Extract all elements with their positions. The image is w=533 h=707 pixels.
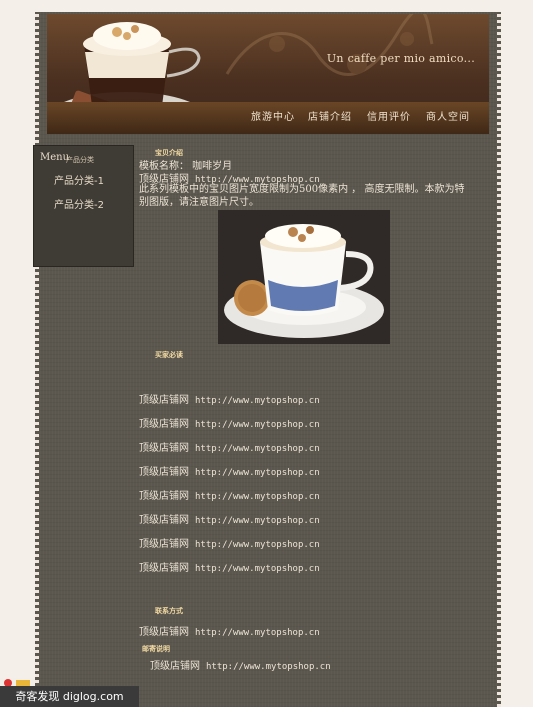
nav-link-3[interactable]: 信用评价 — [367, 108, 411, 123]
shop-url-link[interactable]: http://www.mytopshop.cn — [195, 540, 320, 550]
list-item: 顶级店铺网 http://www.mytopshop.cn — [139, 391, 320, 406]
product-photo — [218, 210, 390, 344]
template-page: Un caffe per mio amico... 旅游中心 店铺介绍 信用评价… — [33, 12, 501, 707]
shop-url-link[interactable]: http://www.mytopshop.cn — [195, 564, 320, 574]
shop-label: 顶级店铺网 — [139, 563, 189, 574]
shop-label: 顶级店铺网 — [139, 395, 189, 406]
list-item: 顶级店铺网 http://www.mytopshop.cn — [139, 487, 320, 502]
nav-link-1[interactable]: 旅游中心 — [251, 108, 295, 123]
list-item: 顶级店铺网 http://www.mytopshop.cn — [139, 511, 320, 526]
contact-line: 顶级店铺网 http://www.mytopshop.cn — [139, 623, 320, 638]
shop-label: 顶级店铺网 — [150, 661, 200, 672]
section-heading-must-read: 买家必读 — [155, 351, 183, 359]
shop-label: 顶级店铺网 — [139, 539, 189, 550]
section-heading-shipping: 邮寄说明 — [142, 645, 170, 653]
section-heading-contact: 联系方式 — [155, 607, 183, 615]
shop-label: 顶级店铺网 — [139, 419, 189, 430]
shipping-line: 顶级店铺网 http://www.mytopshop.cn — [150, 657, 331, 672]
nav-link-2[interactable]: 店铺介绍 — [308, 108, 352, 123]
sidebar-item-category-1[interactable]: 产品分类-1 — [54, 172, 104, 187]
shop-label: 顶级店铺网 — [139, 627, 189, 638]
list-item: 顶级店铺网 http://www.mytopshop.cn — [139, 415, 320, 430]
watermark-badge: 奇客发现 diglog.com — [0, 686, 139, 707]
shop-url-link[interactable]: http://www.mytopshop.cn — [195, 628, 320, 638]
shop-url-link[interactable]: http://www.mytopshop.cn — [195, 420, 320, 430]
intro-description: 此系列模板中的宝贝图片宽度限制为500像素内 ， 高度无限制。本款为特别图版，请… — [139, 184, 465, 208]
shop-url-link[interactable]: http://www.mytopshop.cn — [195, 396, 320, 406]
nav-link-4[interactable]: 商人空间 — [426, 108, 470, 123]
shop-url-link[interactable]: http://www.mytopshop.cn — [206, 662, 331, 672]
menu-subtitle: 产品分类 — [66, 156, 94, 164]
shop-url-link[interactable]: http://www.mytopshop.cn — [195, 468, 320, 478]
list-item: 顶级店铺网 http://www.mytopshop.cn — [139, 559, 320, 574]
sidebar-menu: Menu 产品分类 产品分类-1 产品分类-2 — [33, 145, 134, 267]
menu-title: Menu — [40, 152, 70, 163]
shop-url-link[interactable]: http://www.mytopshop.cn — [195, 444, 320, 454]
list-item: 顶级店铺网 http://www.mytopshop.cn — [139, 463, 320, 478]
shop-label: 顶级店铺网 — [139, 443, 189, 454]
list-item: 顶级店铺网 http://www.mytopshop.cn — [139, 535, 320, 550]
shop-url-link[interactable]: http://www.mytopshop.cn — [195, 492, 320, 502]
shop-label: 顶级店铺网 — [139, 467, 189, 478]
shop-label: 顶级店铺网 — [139, 491, 189, 502]
coffee-cup-image — [218, 210, 390, 344]
shop-label: 顶级店铺网 — [139, 515, 189, 526]
shop-url-link[interactable]: http://www.mytopshop.cn — [195, 516, 320, 526]
sidebar-item-category-2[interactable]: 产品分类-2 — [54, 196, 104, 211]
list-item: 顶级店铺网 http://www.mytopshop.cn — [139, 439, 320, 454]
header-slogan: Un caffe per mio amico... — [326, 52, 475, 65]
